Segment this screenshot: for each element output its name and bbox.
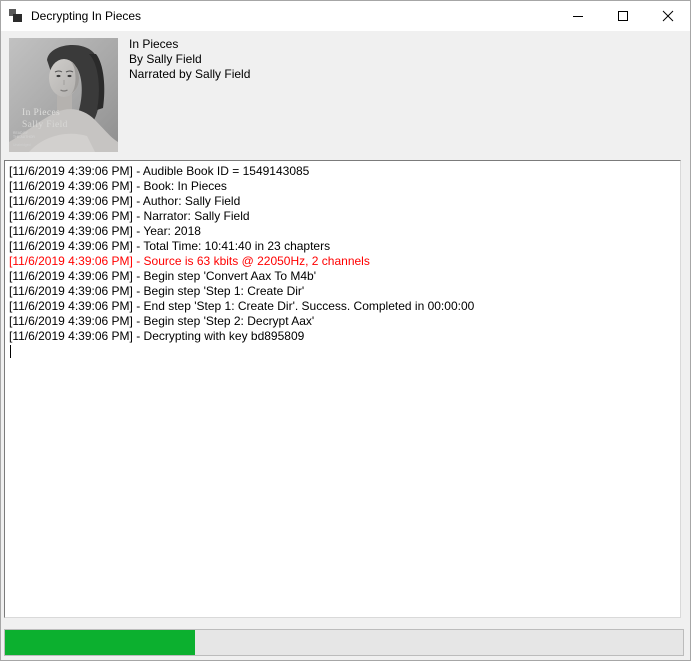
minimize-icon xyxy=(572,10,584,22)
log-line: [11/6/2019 4:39:06 PM] - End step 'Step … xyxy=(9,299,676,314)
log-line: [11/6/2019 4:39:06 PM] - Book: In Pieces xyxy=(9,179,676,194)
book-info: In Pieces By Sally Field Narrated by Sal… xyxy=(129,37,250,82)
log-line: [11/6/2019 4:39:06 PM] - Audible Book ID… xyxy=(9,164,676,179)
cover-badge-line2: THE AUTHOR xyxy=(13,135,35,139)
maximize-button[interactable] xyxy=(600,1,645,31)
title-bar[interactable]: Decrypting In Pieces xyxy=(1,1,690,31)
log-line: [11/6/2019 4:39:06 PM] - Begin step 'Ste… xyxy=(9,284,676,299)
log-line: [11/6/2019 4:39:06 PM] - Author: Sally F… xyxy=(9,194,676,209)
maximize-icon xyxy=(617,10,629,22)
close-icon xyxy=(662,10,674,22)
log-line: [11/6/2019 4:39:06 PM] - Begin step 'Con… xyxy=(9,269,676,284)
app-icon xyxy=(9,9,23,23)
log-textbox[interactable]: [11/6/2019 4:39:06 PM] - Audible Book ID… xyxy=(4,160,681,618)
book-title: In Pieces xyxy=(129,37,250,52)
window-controls xyxy=(555,1,690,31)
log-lines: [11/6/2019 4:39:06 PM] - Audible Book ID… xyxy=(9,164,676,344)
minimize-button[interactable] xyxy=(555,1,600,31)
app-window: Decrypting In Pieces xyxy=(0,0,691,661)
progress-bar xyxy=(4,629,684,656)
window-title: Decrypting In Pieces xyxy=(31,9,141,23)
book-cover-image: In Pieces Sally Field READ BY THE AUTHOR… xyxy=(9,38,118,152)
log-line: [11/6/2019 4:39:06 PM] - Total Time: 10:… xyxy=(9,239,676,254)
cover-author-text: Sally Field xyxy=(22,120,68,130)
log-line: [11/6/2019 4:39:06 PM] - Narrator: Sally… xyxy=(9,209,676,224)
close-button[interactable] xyxy=(645,1,690,31)
book-author: By Sally Field xyxy=(129,52,250,67)
cover-badge-line3: Unabridged xyxy=(13,143,31,147)
log-line: [11/6/2019 4:39:06 PM] - Year: 2018 xyxy=(9,224,676,239)
book-narrator: Narrated by Sally Field xyxy=(129,67,250,82)
log-line: [11/6/2019 4:39:06 PM] - Source is 63 kb… xyxy=(9,254,676,269)
cover-title-text: In Pieces xyxy=(22,108,60,118)
log-line: [11/6/2019 4:39:06 PM] - Begin step 'Ste… xyxy=(9,314,676,329)
progress-fill xyxy=(5,630,195,655)
text-caret xyxy=(10,345,11,358)
log-line: [11/6/2019 4:39:06 PM] - Decrypting with… xyxy=(9,329,676,344)
